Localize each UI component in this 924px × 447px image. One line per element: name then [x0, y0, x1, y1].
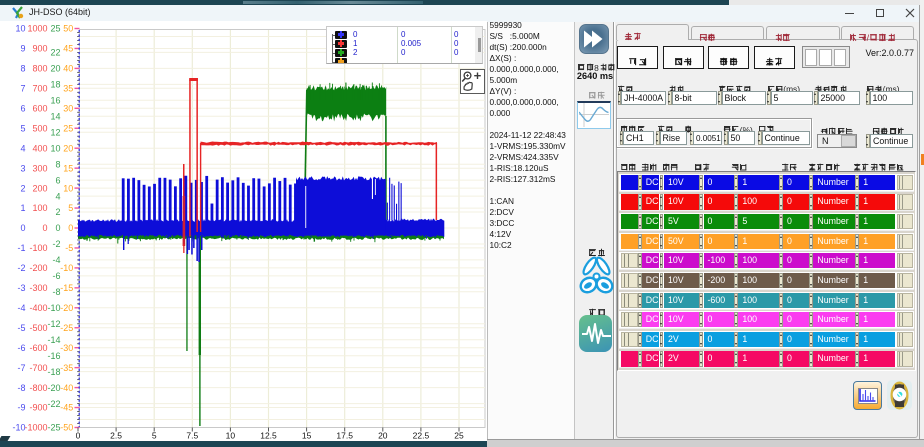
svg-text:0: 0 [42, 223, 47, 233]
svg-text:12: 12 [50, 127, 60, 137]
svg-text:6: 6 [20, 104, 25, 114]
svg-text:-20: -20 [60, 303, 73, 313]
svg-text:-4: -4 [52, 255, 60, 265]
svg-text:-20: -20 [47, 383, 60, 393]
svg-text:10: 10 [63, 183, 73, 193]
svg-text:-22: -22 [47, 399, 60, 409]
svg-text:-10: -10 [47, 303, 60, 313]
svg-text:-35: -35 [60, 363, 73, 373]
svg-text:-500: -500 [29, 323, 47, 333]
svg-text:-800: -800 [29, 383, 47, 393]
svg-text:22: 22 [50, 48, 60, 58]
svg-text:16: 16 [50, 96, 60, 106]
svg-text:-7: -7 [17, 363, 25, 373]
svg-text:-300: -300 [29, 283, 47, 293]
svg-text:4: 4 [20, 143, 25, 153]
svg-text:6: 6 [55, 175, 60, 185]
svg-text:100: 100 [32, 203, 47, 213]
svg-text:2.5: 2.5 [110, 431, 122, 441]
svg-text:800: 800 [32, 64, 47, 74]
svg-text:-6: -6 [52, 271, 60, 281]
svg-text:5: 5 [152, 431, 157, 441]
svg-text:500: 500 [32, 123, 47, 133]
svg-text:-200: -200 [29, 263, 47, 273]
svg-text:40: 40 [63, 64, 73, 74]
svg-text:-5: -5 [17, 323, 25, 333]
svg-text:-8: -8 [52, 287, 60, 297]
svg-text:50: 50 [63, 24, 73, 34]
svg-text:17.5: 17.5 [336, 431, 353, 441]
svg-text:900: 900 [32, 44, 47, 54]
svg-text:2: 2 [20, 183, 25, 193]
svg-text:4: 4 [55, 191, 60, 201]
svg-text:-16: -16 [47, 351, 60, 361]
svg-text:15: 15 [63, 163, 73, 173]
svg-text:-1000: -1000 [24, 423, 47, 433]
svg-text:-6: -6 [17, 343, 25, 353]
svg-text:7.5: 7.5 [186, 431, 198, 441]
svg-text:-5: -5 [65, 243, 73, 253]
svg-text:-10: -10 [60, 263, 73, 273]
svg-text:200: 200 [32, 183, 47, 193]
svg-text:-900: -900 [29, 403, 47, 413]
svg-text:-3: -3 [17, 283, 25, 293]
svg-text:0: 0 [76, 431, 81, 441]
svg-text:30: 30 [63, 104, 73, 114]
svg-text:35: 35 [63, 84, 73, 94]
svg-text:-2: -2 [17, 263, 25, 273]
svg-text:-25: -25 [47, 423, 60, 433]
svg-text:45: 45 [63, 44, 73, 54]
svg-text:1000: 1000 [27, 24, 47, 34]
svg-text:8: 8 [20, 64, 25, 74]
svg-text:-30: -30 [60, 343, 73, 353]
svg-text:0: 0 [55, 223, 60, 233]
svg-text:7: 7 [20, 84, 25, 94]
svg-text:25: 25 [63, 123, 73, 133]
svg-text:-4: -4 [17, 303, 25, 313]
svg-text:-25: -25 [60, 323, 73, 333]
svg-text:-100: -100 [29, 243, 47, 253]
svg-text:9: 9 [20, 44, 25, 54]
svg-text:10: 10 [50, 143, 60, 153]
svg-text:15: 15 [302, 431, 312, 441]
svg-text:-40: -40 [60, 383, 73, 393]
svg-text:22.5: 22.5 [413, 431, 430, 441]
svg-text:3: 3 [20, 163, 25, 173]
svg-text:-18: -18 [47, 367, 60, 377]
svg-text:18: 18 [50, 80, 60, 90]
svg-text:0: 0 [68, 223, 73, 233]
svg-text:5: 5 [20, 123, 25, 133]
svg-text:20: 20 [378, 431, 388, 441]
svg-text:400: 400 [32, 143, 47, 153]
svg-text:-700: -700 [29, 363, 47, 373]
svg-text:14: 14 [50, 112, 60, 122]
svg-text:-12: -12 [47, 319, 60, 329]
svg-text:8: 8 [55, 159, 60, 169]
svg-text:600: 600 [32, 104, 47, 114]
svg-text:10: 10 [15, 24, 25, 34]
svg-text:-45: -45 [60, 403, 73, 413]
svg-text:300: 300 [32, 163, 47, 173]
svg-text:25: 25 [454, 431, 464, 441]
svg-text:20: 20 [63, 143, 73, 153]
svg-text:0: 0 [20, 223, 25, 233]
svg-text:-9: -9 [17, 403, 25, 413]
svg-text:-14: -14 [47, 335, 60, 345]
svg-text:5: 5 [68, 203, 73, 213]
svg-text:-50: -50 [60, 423, 73, 433]
svg-text:25: 25 [50, 24, 60, 34]
svg-text:-15: -15 [60, 283, 73, 293]
svg-text:-600: -600 [29, 343, 47, 353]
svg-text:700: 700 [32, 84, 47, 94]
svg-text:2: 2 [55, 207, 60, 217]
svg-text:-8: -8 [17, 383, 25, 393]
svg-text:-1: -1 [17, 243, 25, 253]
svg-text:12.5: 12.5 [260, 431, 277, 441]
svg-text:20: 20 [50, 64, 60, 74]
svg-text:1: 1 [20, 203, 25, 213]
svg-text:10: 10 [226, 431, 236, 441]
svg-text:-2: -2 [52, 239, 60, 249]
svg-text:-400: -400 [29, 303, 47, 313]
